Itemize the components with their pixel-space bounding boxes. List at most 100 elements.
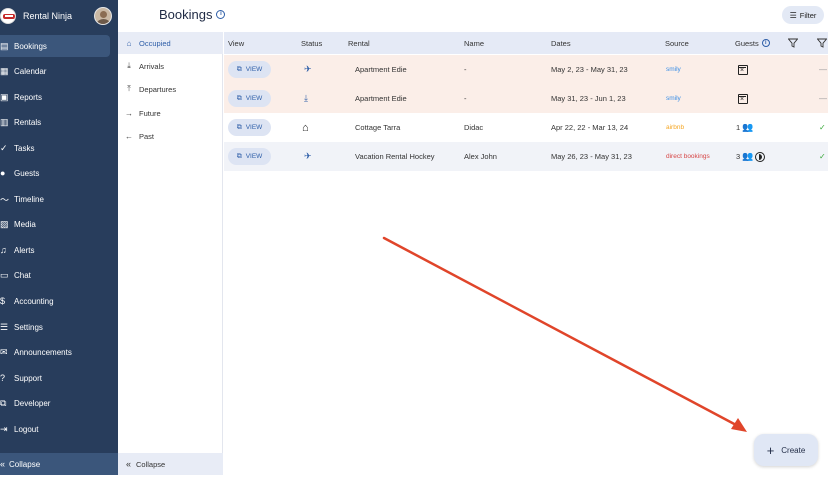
status-cell: ✈	[304, 55, 312, 84]
sidebar-item-label: Timeline	[14, 194, 44, 204]
table-row[interactable]: ⧉ VIEW ⌂ Cottage Tarra Didac Apr 22, 22 …	[224, 113, 828, 142]
column-status: Status	[301, 38, 323, 48]
filter-funnel-icon[interactable]	[788, 38, 798, 48]
arrival-status-icon: ✈	[304, 64, 312, 74]
sidebar-item-support[interactable]: ? Support	[0, 367, 118, 389]
subnav-item-past[interactable]: ← Past	[118, 125, 223, 147]
subnav-item-occupied[interactable]: ⌂ Occupied	[118, 32, 223, 54]
sidebar-item-tasks[interactable]: ✓ Tasks	[0, 137, 118, 159]
collapse-label: Collapse	[9, 459, 41, 469]
arrival-icon: ⤓	[127, 61, 131, 70]
view-button[interactable]: ⧉ VIEW	[228, 90, 271, 107]
sidebar-item-reports[interactable]: ▣ Reports	[0, 86, 118, 108]
logout-icon: ⇥	[0, 423, 8, 434]
info-icon[interactable]: i	[216, 10, 226, 19]
page-title-text: Bookings	[159, 7, 213, 22]
filter-list-icon: ☰	[789, 10, 797, 20]
sidebar-item-logout[interactable]: ⇥ Logout	[0, 418, 118, 440]
plus-icon: +	[766, 442, 775, 458]
guest-count: 1	[736, 123, 741, 132]
create-label: Create	[781, 445, 806, 455]
sidebar-item-media[interactable]: ▨ Media	[0, 213, 118, 235]
source-cell: airbnb	[666, 124, 685, 131]
view-button[interactable]: ⧉ VIEW	[228, 148, 271, 165]
subnav-item-label: Past	[139, 131, 155, 141]
check-icon: ✓	[819, 123, 826, 132]
filter-button[interactable]: ☰ Filter	[782, 6, 824, 24]
people-icon: 👥	[742, 122, 754, 132]
chat-icon: ▭	[0, 269, 9, 280]
subnav-collapse-button[interactable]: « Collapse	[118, 453, 223, 475]
guest-count: 3	[736, 152, 741, 161]
arrow-left-icon: ←	[125, 131, 133, 141]
sidebar-item-label: Guests	[14, 168, 40, 178]
info-icon[interactable]: i	[761, 39, 770, 47]
sidebar-item-calendar[interactable]: ▦ Calendar	[0, 60, 118, 82]
column-guests-label: Guests	[735, 38, 759, 48]
user-avatar[interactable]	[94, 7, 112, 25]
external-link-icon: ⧉	[236, 65, 242, 73]
subnav-item-future[interactable]: → Future	[118, 102, 223, 124]
brand[interactable]: Rental Ninja	[0, 0, 118, 32]
check-icon: ✓	[819, 152, 826, 161]
subnav-item-label: Future	[139, 108, 161, 118]
bottom-strip	[0, 475, 828, 482]
guests-cell: 3 👥	[736, 142, 766, 171]
sidebar-item-label: Calendar	[14, 66, 47, 76]
sidebar-item-rentals[interactable]: ▥ Rentals	[0, 111, 118, 133]
column-name: Name	[464, 38, 485, 48]
sidebar-item-accounting[interactable]: $ Accounting	[0, 290, 118, 312]
sidebar-item-guests[interactable]: ● Guests	[0, 162, 118, 184]
sidebar-item-bookings[interactable]: ▤ Bookings	[0, 35, 110, 57]
announcements-icon: ✉	[0, 346, 8, 357]
developer-icon: ⧉	[0, 397, 7, 408]
subnav-item-arrivals[interactable]: ⤓ Arrivals	[118, 55, 223, 77]
table-row[interactable]: ⧉ VIEW ⤓ Apartment Edie - May 31, 23 - J…	[224, 84, 828, 113]
calendar-icon: ▦	[0, 65, 9, 76]
sidebar-collapse-button[interactable]: « Collapse	[0, 453, 118, 475]
external-link-icon: ⧉	[236, 123, 242, 131]
create-button[interactable]: + Create	[754, 434, 818, 466]
column-rental: Rental	[348, 38, 370, 48]
sidebar-item-label: Accounting	[14, 296, 54, 306]
name-cell: Didac	[464, 123, 484, 132]
arrival-status-icon: ✈	[304, 151, 312, 161]
sidebar-item-label: Alerts	[14, 245, 35, 255]
main-sidebar: Rental Ninja ▤ Bookings ▦ Calendar ▣ Rep…	[0, 0, 118, 482]
sidebar-item-timeline[interactable]: 〜 Timeline	[0, 188, 118, 210]
sidebar-item-label: Logout	[14, 424, 39, 434]
table-row[interactable]: ⧉ VIEW ✈ Apartment Edie - May 2, 23 - Ma…	[224, 55, 828, 84]
status-cell: ⤓	[304, 84, 308, 113]
source-cell: smily	[666, 66, 681, 73]
sidebar-item-settings[interactable]: ☰ Settings	[0, 316, 118, 338]
source-cell: direct bookings	[666, 153, 710, 160]
booking-filter-panel: ⌂ Occupied ⤓ Arrivals ⤒ Departures → Fut…	[118, 32, 223, 475]
dates-cell: May 2, 23 - May 31, 23	[551, 65, 628, 74]
subnav-item-departures[interactable]: ⤒ Departures	[118, 78, 223, 100]
table-row[interactable]: ⧉ VIEW ✈ Vacation Rental Hockey Alex Joh…	[224, 142, 828, 171]
sidebar-item-chat[interactable]: ▭ Chat	[0, 264, 118, 286]
accounting-icon: $	[0, 296, 6, 306]
calendar-x-icon	[738, 64, 748, 75]
sidebar-item-label: Tasks	[14, 143, 35, 153]
view-button[interactable]: ⧉ VIEW	[228, 61, 271, 78]
table-header: View Status Rental Name Dates Source Gue…	[224, 32, 828, 54]
name-cell: Alex John	[464, 152, 497, 161]
sidebar-item-alerts[interactable]: ♫ Alerts	[0, 239, 118, 261]
sidebar-item-developer[interactable]: ⧉ Developer	[0, 392, 118, 414]
settings-icon: ☰	[0, 321, 9, 332]
reports-icon: ▣	[0, 91, 9, 102]
column-dates: Dates	[551, 38, 571, 48]
row-trailing-mark: —	[819, 65, 827, 74]
dates-cell: May 31, 23 - Jun 1, 23	[551, 94, 626, 103]
support-icon: ?	[0, 373, 6, 383]
chevrons-left-icon: «	[0, 459, 6, 469]
view-label: VIEW	[245, 153, 263, 160]
alerts-icon: ♫	[0, 245, 7, 255]
sidebar-item-announcements[interactable]: ✉ Announcements	[0, 341, 118, 363]
external-link-icon: ⧉	[236, 152, 242, 160]
home-icon: ⌂	[126, 38, 132, 48]
brand-name: Rental Ninja	[23, 11, 73, 21]
view-button[interactable]: ⧉ VIEW	[228, 119, 271, 136]
filter-funnel-icon[interactable]	[817, 38, 827, 48]
